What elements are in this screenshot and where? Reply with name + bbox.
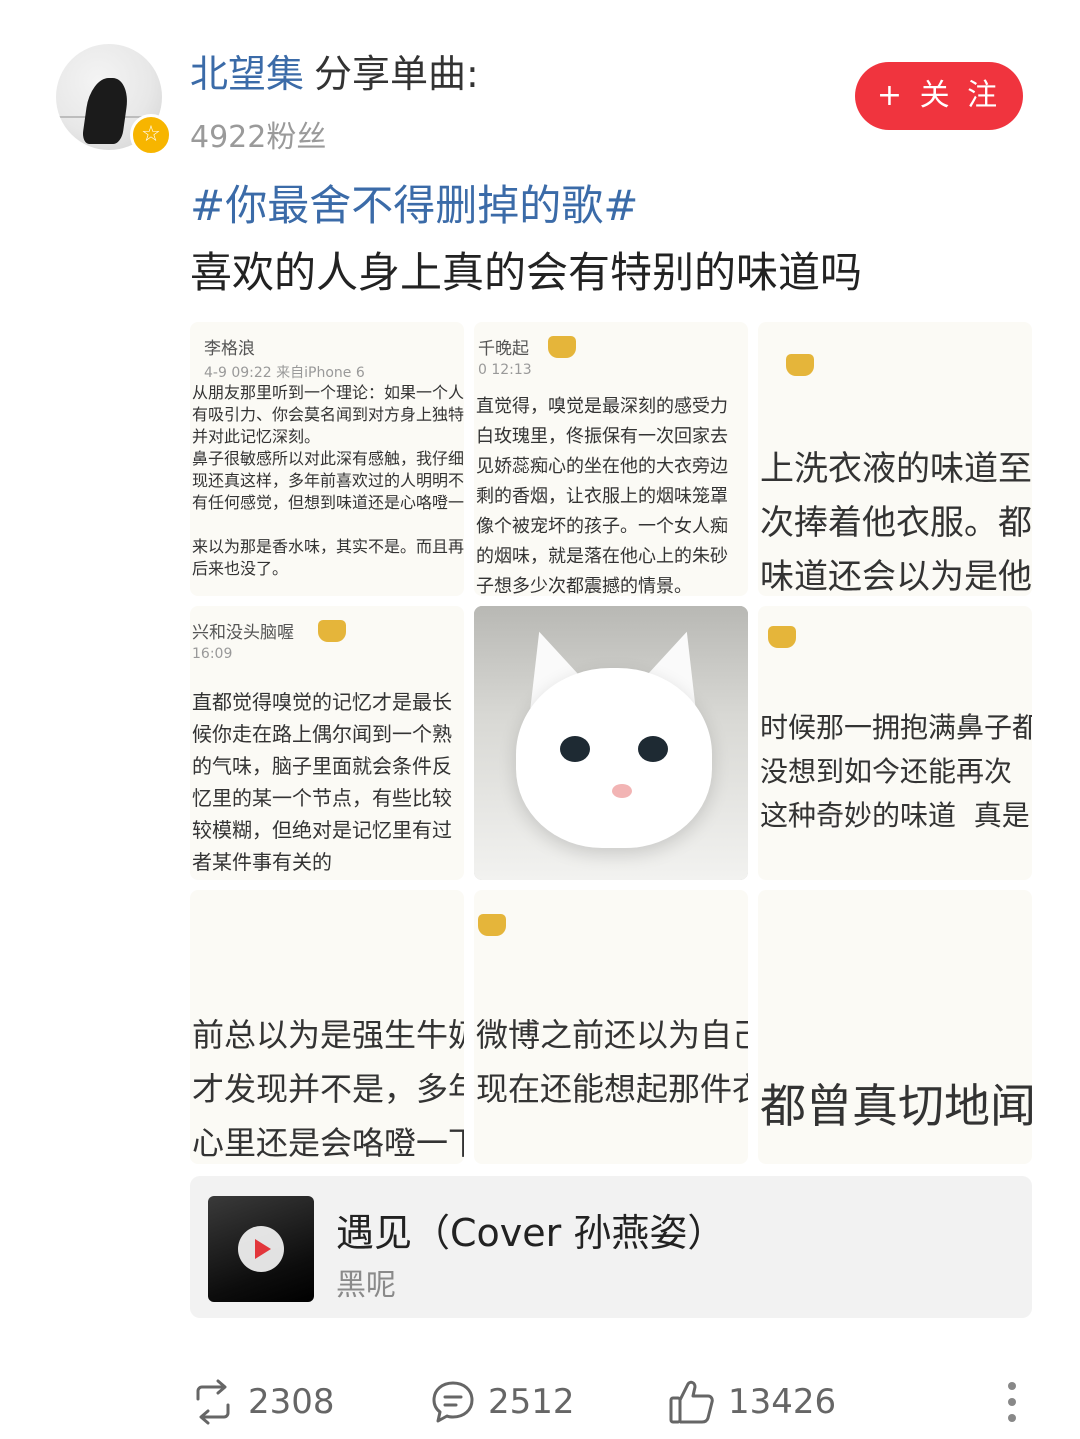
image-grid: 李格浪 4-9 09:22 来自iPhone 6 从朋友那里听到一个理论：如果一… [190, 322, 1032, 1164]
image-2-meta: 0 12:13 [478, 362, 532, 378]
more-dot [1008, 1414, 1016, 1422]
image-8[interactable]: 微博之前还以为自己 现在还能想起那件衣 [474, 890, 748, 1164]
image-4-text: 直都觉得嗅觉的记忆才是最长 候你走在路上偶尔闻到一个熟 的气味，脑子里面就会条件… [192, 690, 452, 874]
image-9[interactable]: 都曾真切地闻 [758, 890, 1032, 1164]
more-dot [1008, 1382, 1016, 1390]
more-options-icon[interactable] [1002, 1380, 1022, 1424]
comment-button[interactable]: 2512 [430, 1370, 575, 1434]
music-card[interactable]: 遇见（Cover 孙燕姿） 黑呢 [190, 1176, 1032, 1318]
image-1-text: 从朋友那里听到一个理论：如果一个人 有吸引力、你会莫名闻到对方身上独特 并对此记… [192, 383, 464, 578]
image-2[interactable]: 千晚起 0 12:13 直觉得，嗅觉是最深刻的感受力 白玫瑰里，佟振保有一次回家… [474, 322, 748, 596]
play-icon [255, 1239, 271, 1259]
image-1[interactable]: 李格浪 4-9 09:22 来自iPhone 6 从朋友那里听到一个理论：如果一… [190, 322, 464, 596]
image-7-text: 前总以为是强生牛奶 才发现并不是，多年 心里还是会咯噔一下 [192, 1016, 464, 1162]
crown-icon [478, 914, 506, 936]
follow-button[interactable]: + 关 注 [855, 62, 1023, 130]
image-3[interactable]: 上洗衣液的味道至 次捧着他衣服。都 味道还会以为是他 [758, 322, 1032, 596]
repost-count: 2308 [248, 1382, 335, 1422]
cat-eye-left [560, 736, 590, 762]
repost-icon [196, 1379, 230, 1425]
song-title: 遇见（Cover 孙燕姿） [336, 1211, 726, 1255]
album-cover [208, 1196, 314, 1302]
image-6[interactable]: 时候那一拥抱满鼻子都 没想到如今还能再次 这种奇妙的味道 真是 [758, 606, 1032, 880]
image-4-author: 兴和没头脑喔 [192, 623, 294, 643]
avatar-figure [81, 78, 131, 144]
image-4-meta: 16:09 [192, 646, 233, 662]
image-5-cat[interactable] [474, 606, 748, 880]
hashtag-link[interactable]: #你最舍不得删掉的歌# [190, 180, 638, 232]
action-bar: 2308 2512 13426 [0, 1370, 1080, 1434]
crown-icon [318, 620, 346, 642]
image-9-text: 都曾真切地闻 [760, 1079, 1032, 1133]
cat-nose [612, 784, 632, 798]
verified-star-icon: ☆ [130, 114, 172, 156]
post-text: 喜欢的人身上真的会有特别的味道吗 [190, 248, 863, 297]
image-7[interactable]: 前总以为是强生牛奶 才发现并不是，多年 心里还是会咯噔一下 [190, 890, 464, 1164]
crown-icon [548, 336, 576, 358]
artist-name: 黑呢 [336, 1268, 396, 1303]
play-button[interactable] [238, 1226, 284, 1272]
thumbs-up-icon [669, 1380, 714, 1424]
cat-eye-right [638, 736, 668, 762]
share-label: 分享单曲: [314, 52, 479, 96]
fans-count: 4922粉丝 [190, 120, 327, 155]
image-4[interactable]: 兴和没头脑喔 16:09 直都觉得嗅觉的记忆才是最长 候你走在路上偶尔闻到一个熟… [190, 606, 464, 880]
comment-icon [432, 1381, 474, 1423]
image-6-text: 时候那一拥抱满鼻子都 没想到如今还能再次 这种奇妙的味道 真是 [760, 711, 1032, 832]
image-2-text: 直觉得，嗅觉是最深刻的感受力 白玫瑰里，佟振保有一次回家去 见娇蕊痴心的坐在他的… [476, 396, 728, 596]
more-dot [1008, 1398, 1016, 1406]
like-button[interactable]: 13426 [668, 1370, 836, 1434]
crown-icon [768, 626, 796, 648]
username[interactable]: 北望集 [190, 52, 304, 96]
image-2-author: 千晚起 [478, 339, 529, 359]
like-count: 13426 [728, 1382, 837, 1422]
cat-head [516, 668, 712, 848]
image-1-meta: 4-9 09:22 来自iPhone 6 [204, 365, 365, 381]
comment-count: 2512 [488, 1382, 575, 1422]
image-1-author: 李格浪 [204, 339, 255, 359]
user-line: 北望集 分享单曲: [190, 52, 479, 96]
crown-icon [786, 354, 814, 376]
image-8-text: 微博之前还以为自己 现在还能想起那件衣 [476, 1016, 748, 1108]
image-3-text: 上洗衣液的味道至 次捧着他衣服。都 味道还会以为是他 [760, 449, 1032, 596]
repost-button[interactable]: 2308 [190, 1370, 335, 1434]
